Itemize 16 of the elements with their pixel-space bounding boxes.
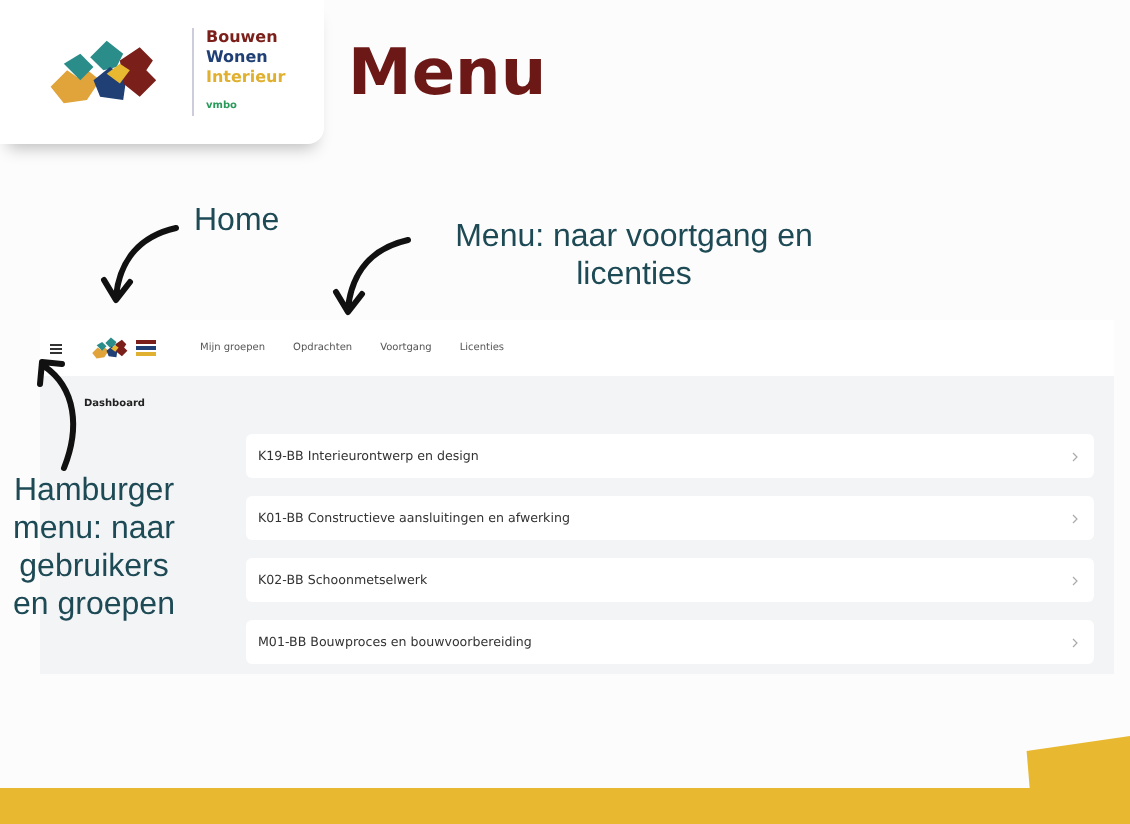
curved-arrow bbox=[37, 359, 77, 471]
logo-text: Wonen bbox=[206, 48, 270, 68]
annotation-text: Hamburger menu: naar gebruikers en groepen bbox=[11, 472, 177, 624]
small-logo-icon[interactable] bbox=[90, 334, 156, 362]
chevron-right-icon bbox=[1072, 513, 1078, 523]
chevron-right-icon bbox=[1072, 451, 1078, 461]
annotation-text: Menu: naar voortgang en licenties bbox=[453, 218, 815, 294]
chevron-right-icon bbox=[1072, 637, 1078, 647]
slide-title: Menu bbox=[348, 34, 547, 110]
hamburger-menu-icon[interactable] bbox=[50, 343, 62, 353]
logo-text: Interieur bbox=[206, 68, 286, 88]
annotation-text: Home bbox=[194, 202, 282, 240]
logo-text: Bouwen bbox=[206, 28, 280, 48]
curved-arrow bbox=[333, 237, 411, 315]
curved-arrow bbox=[101, 225, 179, 303]
chevron-right-icon bbox=[1072, 575, 1078, 585]
